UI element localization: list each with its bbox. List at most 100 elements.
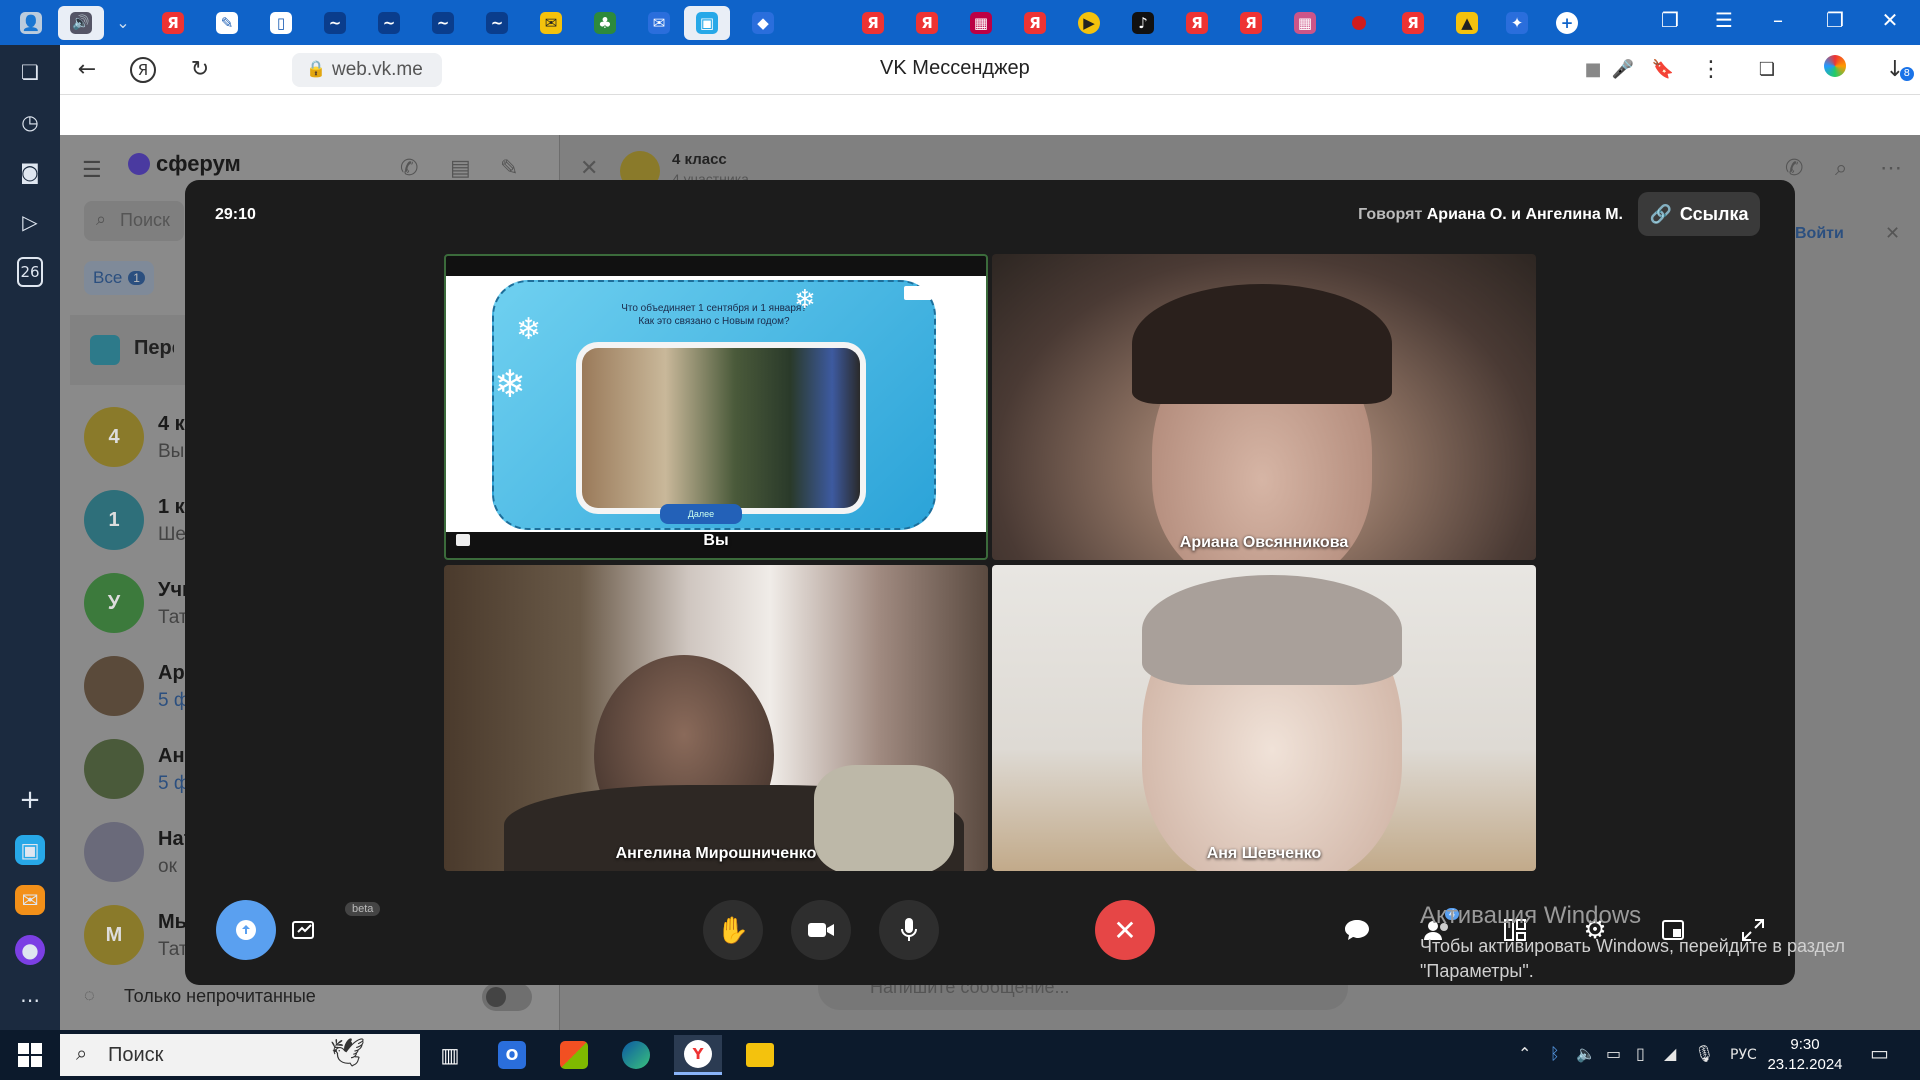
taskbar-app-explorer[interactable] xyxy=(736,1035,784,1075)
yandex-logo-icon[interactable]: Я xyxy=(130,57,156,83)
tab-app-2[interactable]: ~ xyxy=(366,6,412,40)
tray-expand-icon[interactable]: ⌃ xyxy=(1518,1044,1531,1063)
tab-tree[interactable]: ♣ xyxy=(582,6,628,40)
minimize-button[interactable]: – xyxy=(1758,8,1798,32)
bluetooth-icon[interactable]: ᛒ xyxy=(1550,1044,1560,1063)
video-tile[interactable]: Ариана Овсянникова xyxy=(992,254,1536,560)
microphone-toggle-button[interactable] xyxy=(879,900,939,960)
filter-all-tab[interactable]: Все 1 xyxy=(84,261,154,295)
archive-icon[interactable]: ▤ xyxy=(450,155,471,181)
start-button[interactable] xyxy=(18,1043,42,1067)
call-add-icon[interactable]: ✆ xyxy=(400,155,418,181)
whiteboard-button[interactable] xyxy=(285,910,325,950)
tab-yandex-4[interactable]: Я xyxy=(1012,6,1058,40)
restore-button[interactable]: ❐ xyxy=(1815,8,1855,32)
copy-link-button[interactable]: 🔗 Ссылка xyxy=(1638,192,1760,236)
tab-mail-2[interactable]: ✉ xyxy=(636,6,682,40)
tab-yandex-5[interactable]: Я xyxy=(1174,6,1220,40)
search-icon[interactable]: ⌕ xyxy=(1835,155,1847,181)
menu-icon[interactable]: ☰ xyxy=(1704,8,1744,32)
tab-mail[interactable]: ✉ xyxy=(528,6,574,40)
login-button[interactable]: Войти xyxy=(1795,225,1844,243)
play-circle-icon[interactable]: ▷ xyxy=(15,207,45,237)
tab-audio[interactable]: 🔊 xyxy=(58,6,104,40)
camera-toggle-button[interactable] xyxy=(791,900,851,960)
notifications-icon[interactable]: ▭ xyxy=(1870,1041,1889,1065)
more-vert-icon[interactable]: ⋮ xyxy=(1696,55,1726,85)
camera-icon[interactable]: ■ xyxy=(1578,55,1608,85)
tab-yandex-2[interactable]: Я xyxy=(850,6,896,40)
tab-pic-2[interactable]: ▦ xyxy=(1282,6,1328,40)
bookmark-icon[interactable]: 🔖 xyxy=(1648,55,1678,85)
end-call-button[interactable]: ✕ xyxy=(1095,900,1155,960)
taskbar-search[interactable]: ⌕ Поиск 🕊 xyxy=(60,1034,420,1076)
tab-pic[interactable]: ▦ xyxy=(958,6,1004,40)
new-tab-button[interactable]: + xyxy=(1544,6,1590,40)
tab-emblem[interactable]: ✦ xyxy=(1494,6,1540,40)
tab-app-1[interactable]: ~ xyxy=(312,6,358,40)
tab-yandex-3[interactable]: Я xyxy=(904,6,950,40)
more-icon[interactable]: ⋯ xyxy=(15,985,45,1015)
history-icon[interactable]: ◷ xyxy=(15,107,45,137)
bookmarks-icon[interactable]: ❏ xyxy=(15,57,45,87)
extension-icon[interactable] xyxy=(1820,55,1850,85)
menu-icon[interactable]: ☰ xyxy=(82,157,102,183)
video-tile[interactable]: Аня Шевченко xyxy=(992,565,1536,871)
volume-icon[interactable]: 🔈 xyxy=(1576,1044,1596,1063)
tab-record[interactable] xyxy=(1336,6,1382,40)
more-icon[interactable]: ⋯ xyxy=(1880,155,1902,181)
slide-next-button[interactable]: Далее xyxy=(660,504,742,524)
raise-hand-button[interactable]: ✋ xyxy=(703,900,763,960)
downloads-icon[interactable]: ↓ 8 xyxy=(1880,55,1914,85)
video-tile-self[interactable]: Что объединяет 1 сентября и 1 января? Ка… xyxy=(444,254,988,560)
battery-icon[interactable]: ▭ xyxy=(1606,1044,1621,1063)
video-tile[interactable]: Ангелина Мирошниченко xyxy=(444,565,988,871)
alice-icon[interactable]: ● xyxy=(15,935,45,965)
unread-only-toggle[interactable] xyxy=(482,983,532,1011)
tab-app-3[interactable]: ~ xyxy=(420,6,466,40)
device-icon[interactable]: ▯ xyxy=(1636,1044,1645,1063)
taskbar-app-edge[interactable] xyxy=(612,1035,660,1075)
search-input[interactable]: ⌕ Поиск xyxy=(84,201,184,241)
share-screen-button[interactable] xyxy=(216,900,276,960)
profile-icon[interactable]: 👤 xyxy=(8,6,54,40)
back-icon[interactable]: ← xyxy=(72,55,102,85)
tab-yandex-6[interactable]: Я xyxy=(1228,6,1274,40)
network-icon[interactable]: ◢ xyxy=(1664,1044,1676,1063)
close-window-button[interactable]: ✕ xyxy=(1870,8,1910,32)
tab-yandex-1[interactable]: Я xyxy=(150,6,196,40)
language-indicator[interactable]: РУС xyxy=(1730,1047,1757,1063)
chat-button[interactable] xyxy=(1337,910,1377,950)
phone-icon[interactable]: ✆ xyxy=(1785,155,1803,181)
collections-icon[interactable]: ❐ xyxy=(1650,8,1690,32)
close-chat-icon[interactable]: ✕ xyxy=(580,155,598,181)
reload-icon[interactable]: ↻ xyxy=(185,55,215,85)
microphone-tray-icon[interactable]: 🎙 xyxy=(1694,1044,1714,1063)
mic-icon[interactable]: 🎤 xyxy=(1608,55,1638,85)
system-clock[interactable]: 9:30 23.12.2024 xyxy=(1760,1035,1850,1075)
camera-icon[interactable]: ◙ xyxy=(15,157,45,187)
url-field[interactable]: 🔒 web.vk.me xyxy=(292,53,442,87)
taskbar-app-store[interactable] xyxy=(550,1035,598,1075)
tab-list-button[interactable]: ⌄ xyxy=(100,6,146,40)
add-panel-icon[interactable]: + xyxy=(15,785,45,815)
tab-draw[interactable]: ✎ xyxy=(204,6,250,40)
tab-app-4[interactable]: ~ xyxy=(474,6,520,40)
tab-yandex-7[interactable]: Я xyxy=(1390,6,1436,40)
tab-folder[interactable]: ▲ xyxy=(1444,6,1490,40)
tab-tiktok[interactable]: ♪ xyxy=(1120,6,1166,40)
messenger-icon[interactable]: ▣ xyxy=(15,835,45,865)
tab-doc[interactable]: ▯ xyxy=(258,6,304,40)
taskbar-app-outlook[interactable]: O xyxy=(488,1035,536,1075)
tab-vk-messenger[interactable]: ▣ xyxy=(684,6,730,40)
compose-icon[interactable]: ✎ xyxy=(500,155,518,181)
calendar-icon[interactable]: 26 xyxy=(17,257,43,287)
task-view-button[interactable]: ▥ xyxy=(426,1035,474,1075)
task-view-icon: ▥ xyxy=(440,1044,460,1067)
close-icon[interactable]: ✕ xyxy=(1885,223,1900,244)
tab-play[interactable]: ▶ xyxy=(1066,6,1112,40)
mail-icon[interactable]: ✉ xyxy=(15,885,45,915)
taskbar-app-yandex-browser[interactable]: Y xyxy=(674,1035,722,1075)
tab-cube[interactable]: ◆ xyxy=(740,6,786,40)
collections-icon[interactable]: ❏ xyxy=(1752,55,1782,85)
